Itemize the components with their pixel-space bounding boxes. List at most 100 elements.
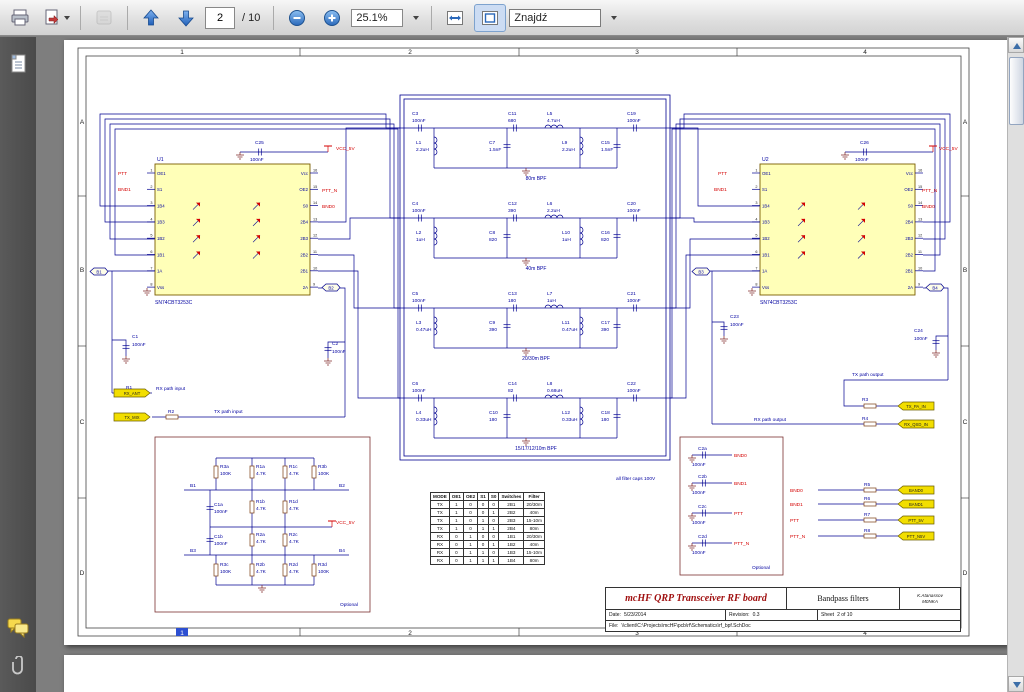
schematic-author: K.Atanassov M0NKA bbox=[900, 588, 960, 609]
schematic-shape bbox=[864, 404, 876, 408]
schematic-text: C1a bbox=[214, 502, 223, 508]
vertical-scrollbar[interactable] bbox=[1007, 37, 1024, 692]
schematic-text: 100K bbox=[318, 569, 330, 575]
mode-table-cell: TX bbox=[431, 501, 450, 509]
schematic-text: C1b bbox=[214, 534, 223, 540]
schematic-text: 4 bbox=[150, 217, 152, 221]
schematic-text: C12 bbox=[508, 201, 517, 207]
schematic-shape bbox=[545, 125, 563, 128]
zoom-level-value: 25.1% bbox=[356, 12, 387, 24]
schematic-shape bbox=[670, 239, 760, 308]
scrollbar-thumb[interactable] bbox=[1009, 57, 1024, 125]
schematic-text: L12 bbox=[562, 410, 570, 416]
page-thumbnails-button[interactable] bbox=[5, 51, 31, 77]
schematic-text: PTT bbox=[118, 171, 127, 177]
page-down-button[interactable] bbox=[170, 4, 202, 32]
schematic-text: TX_PA_IN bbox=[906, 404, 925, 409]
fit-page-button[interactable] bbox=[474, 4, 506, 32]
date-label: Date: bbox=[609, 612, 621, 618]
schematic-text: 100nF bbox=[730, 322, 744, 328]
mode-table-cell: RX bbox=[431, 549, 450, 557]
schematic-text: VCC_5V bbox=[336, 146, 355, 152]
mode-table-cell: RX bbox=[431, 557, 450, 565]
schematic-text: 2B2 bbox=[905, 252, 913, 257]
schematic-title: mcHF QRP Transceiver RF board bbox=[606, 588, 787, 609]
schematic-shape bbox=[283, 501, 287, 513]
schematic-text: 2A bbox=[908, 285, 913, 290]
schematic-text: 5 bbox=[150, 234, 152, 238]
mode-table-cell: 1 bbox=[463, 533, 477, 541]
mode-table-cell: 0 bbox=[478, 533, 489, 541]
mode-table-cell: 1 bbox=[449, 509, 463, 517]
mode-table-cell: 1 bbox=[478, 517, 489, 525]
schematic-text: 100nF bbox=[412, 388, 426, 394]
schematic-text: C24 bbox=[914, 328, 923, 334]
schematic-text: BND0 bbox=[734, 453, 747, 459]
schematic-shape bbox=[283, 564, 287, 576]
schematic-text: 100nF bbox=[855, 157, 869, 163]
comments-panel-button[interactable] bbox=[5, 614, 31, 640]
schematic-text: R2a bbox=[256, 532, 265, 538]
zoom-level-caret-button[interactable] bbox=[406, 4, 424, 32]
schematic-shape bbox=[580, 227, 583, 245]
file-label: File: bbox=[609, 623, 618, 629]
scroll-up-button[interactable] bbox=[1008, 37, 1024, 53]
mode-table-row: RX01101B315-10m bbox=[431, 549, 545, 557]
mode-table-header: OE1 bbox=[449, 493, 463, 501]
schematic-text: 4.7K bbox=[289, 506, 300, 512]
schematic-text: 100nF bbox=[412, 298, 426, 304]
schematic-text: B4 bbox=[339, 548, 345, 554]
schematic-text: B3 bbox=[190, 548, 196, 554]
fit-width-button[interactable] bbox=[439, 4, 471, 32]
schematic-text: 3 bbox=[150, 201, 152, 205]
scroll-down-button[interactable] bbox=[1008, 676, 1024, 692]
mode-table-cell: 40m bbox=[524, 541, 545, 549]
schematic-shape bbox=[283, 534, 287, 546]
page-number-input[interactable] bbox=[205, 7, 235, 29]
schematic-text: 1B2 bbox=[762, 236, 770, 241]
schematic-text: R2d bbox=[289, 562, 298, 568]
schematic-text: 100nF bbox=[250, 157, 264, 163]
zoom-in-button[interactable] bbox=[316, 4, 348, 32]
schematic-text: 3 bbox=[755, 201, 757, 205]
file-value: \\client\C:\Projects\mcHF\pcb\rf\Schemat… bbox=[621, 623, 750, 629]
schematic-text: L11 bbox=[562, 320, 570, 326]
print-button[interactable] bbox=[4, 4, 36, 32]
mode-table-cell: 1 bbox=[449, 525, 463, 533]
schematic-text: 1B3 bbox=[762, 220, 770, 225]
schematic-text: C19 bbox=[627, 111, 636, 117]
page-up-icon bbox=[142, 9, 160, 27]
mode-table-cell: 40m bbox=[524, 509, 545, 517]
schematic-text: OE1 bbox=[762, 171, 771, 176]
date-value: 5/23/2014 bbox=[624, 612, 646, 618]
mode-table-cell: 1 bbox=[488, 557, 499, 565]
schematic-text: L9 bbox=[562, 140, 568, 146]
document-area[interactable]: 11223344AABBCCDDU1SN74CBT3253COE11S121B4… bbox=[36, 37, 1008, 692]
fit-page-icon bbox=[480, 9, 500, 27]
zoom-out-button[interactable] bbox=[281, 4, 313, 32]
scroll-down-icon bbox=[1013, 682, 1021, 688]
page-count-label: / 10 bbox=[242, 12, 260, 24]
schematic-text: A bbox=[80, 119, 85, 126]
schematic-text: 180 bbox=[508, 298, 516, 304]
schematic-shape bbox=[670, 128, 760, 206]
schematic-text: 1B2 bbox=[157, 236, 165, 241]
schematic-text: 4 bbox=[863, 49, 867, 56]
zoom-level-select[interactable]: 25.1% bbox=[351, 9, 403, 27]
attachments-panel-button[interactable] bbox=[5, 654, 31, 680]
schematic-text: SN74CBT3253C bbox=[760, 300, 798, 306]
schematic-text: C8 bbox=[489, 230, 495, 236]
schematic-text: RX_QSD_IN bbox=[904, 422, 928, 427]
mode-table-cell: 1 bbox=[488, 525, 499, 533]
schematic-text: 100nF bbox=[914, 336, 928, 342]
export-button[interactable] bbox=[39, 4, 73, 32]
page-up-button[interactable] bbox=[135, 4, 167, 32]
mode-table-cell: 2B4 bbox=[499, 525, 524, 533]
search-input[interactable] bbox=[509, 9, 601, 27]
mode-table-cell: TX bbox=[431, 509, 450, 517]
schematic-text: C bbox=[963, 419, 968, 426]
search-options-button[interactable] bbox=[604, 4, 622, 32]
schematic-text: 4.7K bbox=[256, 569, 267, 575]
schematic-text: 1 bbox=[180, 49, 184, 56]
schematic-text: 1uH bbox=[562, 237, 571, 243]
